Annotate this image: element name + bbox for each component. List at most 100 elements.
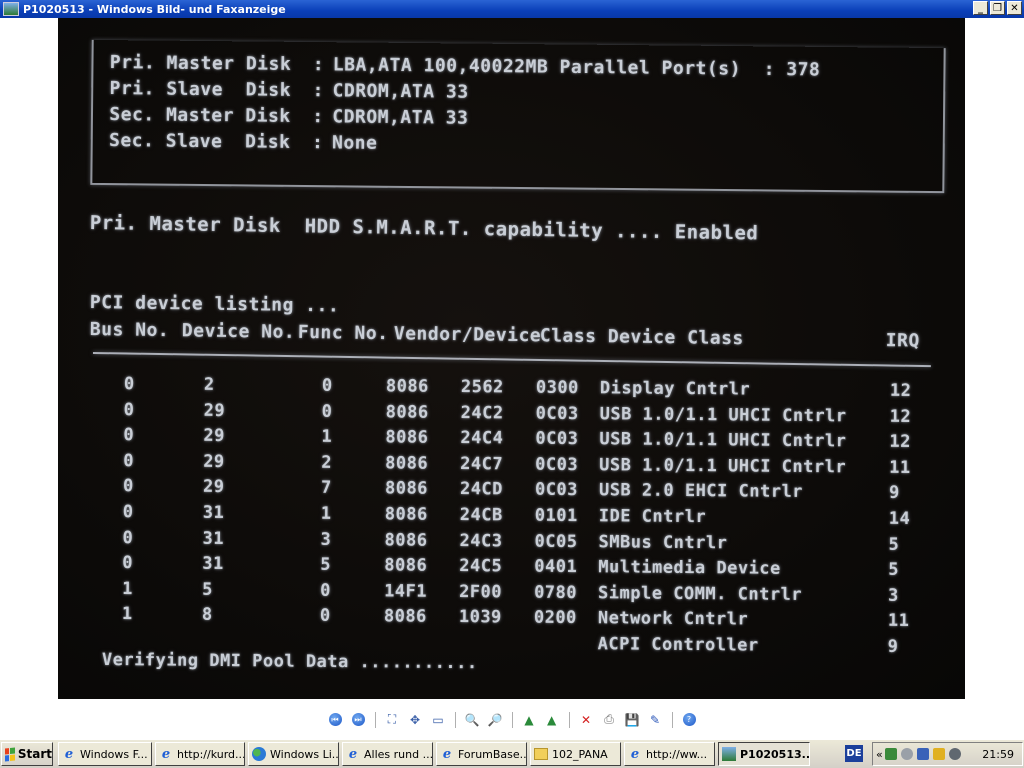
pci-cell-vendor: 8086	[385, 376, 429, 397]
taskbar-button[interactable]: e http://ww...	[624, 742, 715, 766]
taskbar-button[interactable]: e http://kurd...	[155, 742, 245, 766]
print-icon: ⎙	[604, 712, 614, 726]
restore-button[interactable]: ❐	[990, 1, 1005, 15]
internet-explorer-icon: e	[630, 746, 640, 762]
pci-cell-vendor: 8086	[383, 606, 427, 628]
tray-user-icon[interactable]	[900, 748, 913, 760]
taskbar-button[interactable]: P1020513...	[718, 742, 810, 766]
slideshow-button[interactable]: ▭	[429, 711, 447, 729]
pci-cell-vendor: 8086	[384, 529, 428, 551]
pci-cell-device: 2F00	[459, 581, 503, 603]
pci-cell-dev: 29	[202, 477, 225, 498]
pci-cell-func: 5	[320, 554, 332, 576]
pci-cell-irq: 12	[889, 431, 912, 453]
previous-image-button[interactable]: ⏮	[326, 711, 344, 729]
pci-cell-irq: 9	[888, 483, 900, 504]
messenger-icon	[252, 747, 266, 761]
taskbar-button[interactable]: e ForumBase...	[436, 742, 527, 766]
pci-cell-vendor: 14F1	[384, 581, 428, 602]
pci-column-headers: Bus No. Device No. Func No. Vendor/Devic…	[90, 319, 920, 352]
print-button[interactable]: ⎙	[600, 711, 618, 729]
zoom-out-button[interactable]: 🔎	[486, 711, 504, 729]
taskbar-buttons: e Windows F... e http://kurd... Windows Li..…	[58, 742, 813, 766]
pci-cell-class: 0780	[534, 582, 578, 603]
pci-cell-class: 0401	[534, 556, 578, 578]
close-button[interactable]: ✕	[1007, 1, 1022, 15]
tray-clock[interactable]: 21:59	[982, 748, 1014, 761]
pci-cell-device: 1039	[458, 607, 502, 628]
minimize-button[interactable]: _	[973, 1, 988, 15]
internet-explorer-icon: e	[442, 746, 452, 762]
taskbar-button-label: Windows Li...	[270, 747, 339, 761]
taskbar-button-label: Alles rund ...	[364, 747, 433, 761]
image-viewer-area: Pri. Master Disk: LBA,ATA 100,40022MB Par…	[0, 18, 1024, 708]
language-indicator[interactable]: DE	[845, 745, 863, 762]
pci-cell-device: 24C7	[460, 453, 504, 475]
system-tray: « 21:59	[872, 742, 1023, 766]
disk-label: Sec. Slave Disk	[108, 129, 291, 153]
taskbar-button-label: http://ww...	[646, 747, 708, 761]
rotate-clockwise-button[interactable]: ▲	[520, 711, 538, 729]
pci-cell-irq: 9	[887, 636, 899, 657]
tray-network-icon[interactable]	[884, 748, 897, 760]
app-icon[interactable]	[3, 2, 19, 16]
next-image-button[interactable]: ⏭	[349, 711, 367, 729]
tray-clock-icon[interactable]	[948, 748, 961, 760]
col-vendor-device: Vendor/Device	[393, 323, 542, 347]
previous-image-icon: ⏮	[328, 713, 342, 726]
col-class: Class	[539, 325, 597, 348]
taskbar-button-label: 102_PANA	[552, 747, 608, 761]
taskbar-button-label: http://kurd...	[177, 747, 245, 761]
disk-sep: :	[312, 80, 325, 102]
title-bar[interactable]: P1020513 - Windows Bild- und Faxanzeige …	[0, 0, 1024, 18]
header-divider	[92, 352, 931, 368]
pci-cell-name: Display Cntrlr	[599, 378, 751, 400]
toolbar-separator	[568, 711, 570, 728]
pci-cell-dev: 2	[203, 374, 215, 395]
actual-size-button[interactable]: ✥	[406, 711, 424, 729]
zoom-in-button[interactable]: 🔍	[463, 711, 481, 729]
disk-info-list: Pri. Master Disk: LBA,ATA 100,40022MB Par…	[109, 50, 821, 161]
disk-label: Pri. Slave Disk	[109, 77, 292, 101]
pci-cell-irq: 5	[888, 534, 900, 555]
help-button[interactable]: ?	[680, 711, 698, 729]
pci-cell-func: 1	[320, 503, 332, 524]
pci-cell-device: 24C5	[459, 556, 503, 577]
zoom-out-icon: 🔎	[487, 712, 503, 727]
pci-cell-dev: 31	[202, 528, 225, 549]
pci-cell-func: 0	[320, 580, 331, 601]
smart-capability-line: Pri. Master Disk HDD S.M.A.R.T. capabili…	[89, 212, 759, 245]
pci-cell-class: 0C03	[534, 480, 579, 501]
pci-cell-func: 0	[319, 606, 331, 627]
tray-warning-icon[interactable]	[932, 748, 945, 760]
pci-cell-class: 0C03	[535, 428, 579, 450]
taskbar-button[interactable]: Windows Li...	[248, 742, 339, 766]
pci-cell-func: 0	[321, 375, 333, 396]
pci-cell-bus: 0	[122, 476, 134, 497]
pci-cell-irq: 11	[889, 457, 911, 478]
delete-button[interactable]: ✕	[577, 711, 595, 729]
pci-cell-bus: 1	[122, 578, 133, 599]
edit-button[interactable]: ✎	[646, 711, 664, 729]
pci-cell-func: 1	[321, 426, 333, 448]
pci-cell-device: 2562	[460, 377, 504, 398]
pci-cell-func: 0	[321, 401, 333, 422]
best-fit-button[interactable]: ⛶	[383, 711, 401, 729]
pci-cell-dev: 29	[203, 425, 226, 447]
taskbar-button[interactable]: e Windows F...	[58, 742, 152, 766]
pci-cell-dev: 31	[202, 553, 224, 575]
pci-cell-device: 24C3	[459, 530, 503, 551]
save-button[interactable]: 💾	[623, 711, 641, 729]
tray-monitor-icon[interactable]	[916, 748, 929, 760]
pci-cell-bus: 0	[123, 425, 135, 446]
taskbar-button[interactable]: 102_PANA	[530, 742, 621, 766]
rotate-counterclockwise-button[interactable]: ▲	[543, 711, 561, 729]
pci-listing-heading: PCI device listing ...	[89, 292, 340, 317]
start-button[interactable]: Start	[1, 742, 53, 766]
tray-expand-arrow[interactable]: «	[876, 748, 883, 761]
taskbar-button[interactable]: e Alles rund ...	[342, 742, 433, 766]
pci-cell-class: 0C03	[535, 403, 579, 424]
disk-label: Sec. Master Disk	[109, 103, 291, 127]
pci-cell-name: SMBus Cntrlr	[598, 531, 728, 553]
save-icon: 💾	[624, 712, 640, 727]
